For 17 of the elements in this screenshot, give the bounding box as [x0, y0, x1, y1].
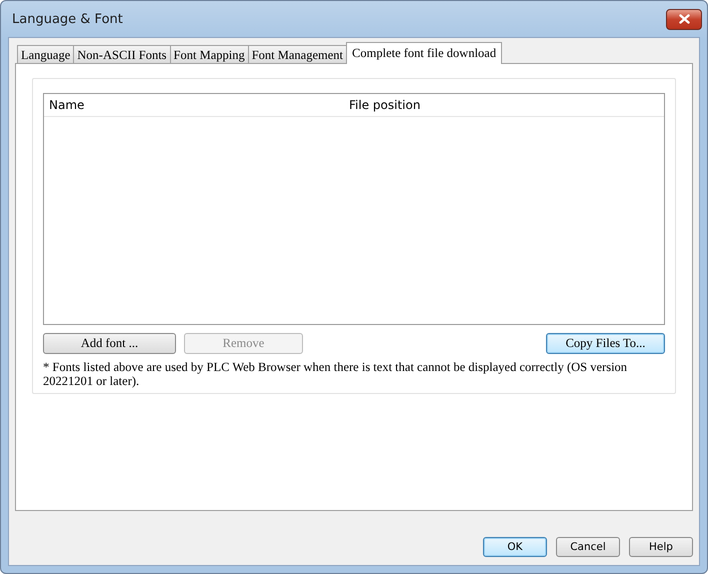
tab[interactable]: Language — [17, 45, 74, 63]
tab[interactable]: Font Management — [248, 45, 348, 63]
list-button[interactable]: Copy Files To... — [546, 333, 665, 354]
close-button[interactable] — [666, 8, 702, 30]
footnote: * Fonts listed above are used by PLC Web Browser when there is text that cannot be displayed correctly (OS version 20221201 or later). — [43, 360, 628, 388]
column-header[interactable]: File position — [189, 98, 664, 112]
tab[interactable]: Complete font file download — [346, 42, 502, 64]
list-button[interactable]: Add font ... — [43, 333, 176, 354]
dialog-button[interactable]: Help — [629, 537, 693, 557]
window-title: Language & Font — [11, 12, 123, 26]
font-list[interactable]: Name File position — [43, 93, 665, 325]
close-icon — [678, 14, 690, 24]
dialog-button[interactable]: OK — [483, 537, 547, 557]
tab[interactable]: Font Mapping — [170, 45, 249, 63]
tab[interactable]: Non-ASCII Fonts — [73, 45, 171, 63]
dialog-button[interactable]: Cancel — [556, 537, 620, 557]
column-header[interactable]: Name — [44, 98, 189, 112]
